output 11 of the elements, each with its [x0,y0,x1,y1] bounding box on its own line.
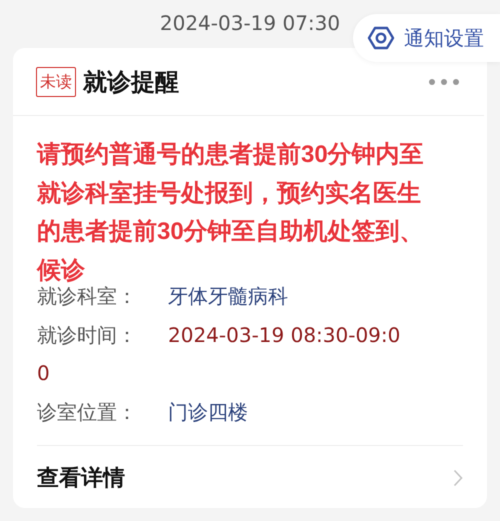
more-icon[interactable] [428,78,460,86]
view-details-link[interactable]: 查看详情 [37,463,125,493]
info-field: 就诊时间： 2024-03-19 08:30-09:00 [37,316,407,392]
notification-settings-button[interactable]: 通知设置 [353,14,500,62]
info-field: 诊室位置： 门诊四楼 [37,392,407,431]
chevron-right-icon [453,469,463,487]
unread-badge: 未读 [36,66,76,96]
card-title: 就诊提醒 [83,66,180,98]
settings-icon [367,24,395,52]
view-details-row[interactable]: 查看详情 [13,446,487,510]
timestamp: 2024-03-19 07:30 [160,10,340,37]
